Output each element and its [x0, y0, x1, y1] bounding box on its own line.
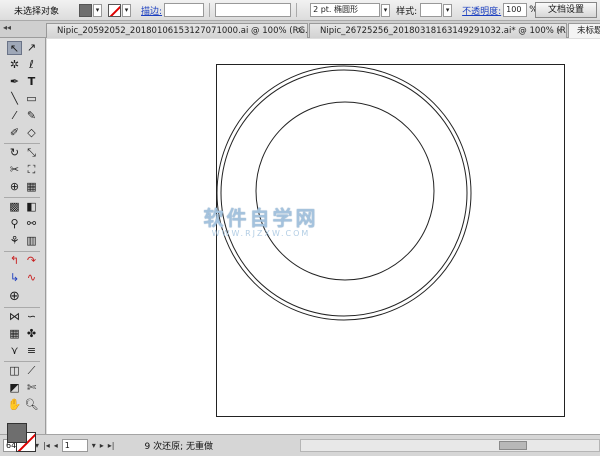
- reflect-tool-icon[interactable]: ◩: [7, 381, 22, 395]
- lasso-tool-icon[interactable]: ℓ: [24, 58, 39, 72]
- horizontal-scrollbar[interactable]: [300, 439, 600, 452]
- artwork-canvas[interactable]: 软件自学网 WWW.RJZXW.COM: [47, 39, 600, 434]
- eraser-tool-icon[interactable]: ◇: [24, 126, 39, 140]
- rectangle-tool-icon[interactable]: ▭: [24, 92, 39, 106]
- artwork-svg: [216, 64, 565, 417]
- crystallize-tool-icon[interactable]: ⋎: [7, 344, 22, 358]
- mesh-tool-icon[interactable]: ▩: [7, 200, 22, 214]
- tab-label: Nipic_20592052_20180106153127071000.ai @…: [57, 26, 308, 36]
- stroke-dropdown-icon[interactable]: ▾: [122, 3, 132, 17]
- opacity-link[interactable]: 不透明度:: [462, 4, 501, 17]
- scrollbar-thumb[interactable]: [499, 441, 527, 450]
- brush-definition-field[interactable]: 2 pt. 椭圆形: [310, 3, 381, 17]
- symbol-sprayer-tool-icon[interactable]: ⚘: [7, 234, 22, 248]
- page-dropdown-icon[interactable]: ▾: [92, 441, 96, 450]
- divider: [4, 361, 40, 362]
- fill-dropdown-icon[interactable]: ▾: [93, 3, 103, 17]
- divider: [4, 307, 40, 308]
- type-tool-icon[interactable]: T: [24, 75, 39, 89]
- crosshair-tool-icon[interactable]: ⊕: [7, 290, 22, 304]
- style-dropdown-icon[interactable]: ▾: [443, 3, 453, 17]
- style-field[interactable]: [420, 3, 443, 17]
- anchor-add-icon[interactable]: ↰: [7, 254, 22, 268]
- selection-status: 未选择对象: [14, 6, 60, 17]
- pen-tool-icon[interactable]: ✒: [7, 75, 22, 89]
- pencil-tool-icon[interactable]: ✎: [24, 109, 39, 123]
- inner-circle: [255, 101, 435, 281]
- wrinkle-tool-icon[interactable]: ≡: [24, 344, 39, 358]
- tab-label: Nipic_26725256_20180318163149291032.ai* …: [320, 26, 567, 36]
- control-bar: 未选择对象 ▾ ▾ 描边: 2 pt. 椭圆形 ▾ 样式: ▾ 不透明度: 10…: [0, 0, 600, 21]
- stroke-link[interactable]: 描边:: [141, 4, 162, 17]
- blob-brush-tool-icon[interactable]: ✐: [7, 126, 22, 140]
- hand-tool-icon[interactable]: ✋: [7, 398, 22, 412]
- tab-document-2[interactable]: Nipic_26725256_20180318163149291032.ai* …: [309, 23, 567, 38]
- divider: [296, 3, 298, 17]
- last-page-icon[interactable]: ▸|: [108, 441, 115, 450]
- style-label: 样式:: [396, 6, 418, 17]
- rotate-tool-icon[interactable]: ↻: [7, 146, 22, 160]
- stroke-swatch[interactable]: [108, 3, 122, 17]
- divider: [4, 197, 40, 198]
- artboard-tool-icon[interactable]: ◫: [7, 364, 22, 378]
- outer-circle-inner-edge: [220, 69, 468, 317]
- collapse-panel-icon[interactable]: ◂◂: [3, 23, 11, 32]
- scale-tool-icon[interactable]: ⤡: [24, 146, 39, 160]
- column-graph-tool-icon[interactable]: ▥: [24, 234, 39, 248]
- paintbrush-tool-icon[interactable]: ⁄: [7, 109, 22, 123]
- fill-swatch[interactable]: [79, 3, 93, 17]
- blend-tool-icon[interactable]: ⚯: [24, 217, 39, 231]
- artboard: [216, 64, 565, 417]
- free-transform-tool-icon[interactable]: ⛶: [24, 163, 39, 177]
- previous-page-icon[interactable]: ◂: [54, 441, 58, 450]
- eyedropper-tool-icon[interactable]: ⚲: [7, 217, 22, 231]
- close-tab-icon[interactable]: ×: [555, 24, 563, 38]
- scissors-tool-icon[interactable]: ✄: [24, 381, 39, 395]
- outer-circle: [216, 65, 472, 321]
- next-page-icon[interactable]: ▸: [100, 441, 104, 450]
- gradient-tool-icon[interactable]: ◧: [24, 200, 39, 214]
- line-tool-icon[interactable]: ╲: [7, 92, 22, 106]
- zoom-tool-icon[interactable]: 🔍︎: [24, 398, 39, 412]
- twirl-tool-icon[interactable]: ∽: [24, 310, 39, 324]
- pucker-tool-icon[interactable]: ✤: [24, 327, 39, 341]
- grid-tool-icon[interactable]: ▦: [7, 327, 22, 341]
- document-tab-bar: ◂◂ Nipic_20592052_20180106153127071000.a…: [0, 21, 600, 38]
- fill-color-swatch[interactable]: [7, 423, 27, 443]
- document-setup-button[interactable]: 文档设置: [535, 2, 597, 18]
- tab-label: 未标题: [577, 26, 600, 36]
- magic-wand-tool-icon[interactable]: ✲: [7, 58, 22, 72]
- variable-width-profile-field[interactable]: [215, 3, 292, 17]
- close-tab-icon[interactable]: ×: [296, 24, 304, 38]
- page-field[interactable]: 1: [61, 439, 88, 452]
- direct-selection-tool-icon[interactable]: ↗: [24, 41, 39, 55]
- status-bar: 64% ▾ |◂ ◂ 1 ▾ ▸ ▸| 9 次还原; 无重做: [0, 434, 600, 456]
- divider: [209, 3, 211, 17]
- tab-document-3[interactable]: 未标题: [568, 23, 600, 38]
- perspective-grid-tool-icon[interactable]: ▦: [24, 180, 39, 194]
- wave-red-icon[interactable]: ∿: [24, 271, 39, 285]
- opacity-field[interactable]: 100: [503, 3, 528, 17]
- brush-dropdown-icon[interactable]: ▾: [381, 3, 391, 17]
- tools-panel: ↖ ↗ ✲ ℓ ✒ T ╲ ▭ ⁄ ✎ ✐ ◇ ↻ ⤡ ✂ ⛶ ⊕ ▦ ▩ ◧ …: [0, 38, 46, 452]
- divider: [4, 251, 40, 252]
- warp-tool-icon[interactable]: ⋈: [7, 310, 22, 324]
- slice-tool-icon[interactable]: ⟋: [24, 364, 39, 378]
- first-page-icon[interactable]: |◂: [43, 441, 50, 450]
- shape-builder-tool-icon[interactable]: ⊕: [7, 180, 22, 194]
- tab-document-1[interactable]: Nipic_20592052_20180106153127071000.ai @…: [46, 23, 308, 38]
- stroke-weight-field[interactable]: [164, 3, 205, 17]
- undo-status: 9 次还原; 无重做: [144, 442, 213, 452]
- curve-red-icon[interactable]: ↷: [24, 254, 39, 268]
- divider: [4, 143, 40, 144]
- width-tool-icon[interactable]: ✂: [7, 163, 22, 177]
- selection-tool-icon[interactable]: ↖: [7, 41, 22, 55]
- anchor-convert-icon[interactable]: ↳: [7, 271, 22, 285]
